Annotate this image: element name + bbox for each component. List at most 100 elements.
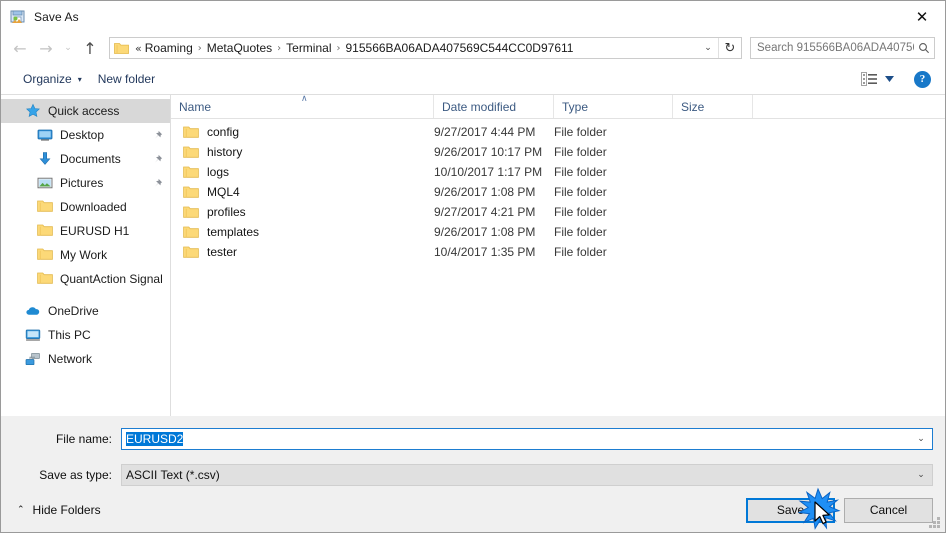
- breadcrumb-separator-icon[interactable]: ›: [272, 43, 286, 54]
- sidebar-item-label: My Work: [60, 248, 108, 262]
- folder-icon: [183, 165, 199, 179]
- breadcrumb-item-terminal-id[interactable]: 915566BA06ADA407569C544CC0D97611: [346, 41, 574, 55]
- file-name-input[interactable]: EURUSD2 ⌄: [121, 428, 933, 450]
- breadcrumb-overflow[interactable]: «: [132, 42, 145, 55]
- table-row[interactable]: templates 9/26/2017 1:08 PM File folder: [171, 222, 945, 242]
- cancel-button[interactable]: Cancel: [844, 497, 933, 523]
- resize-grip[interactable]: [929, 517, 941, 529]
- organize-button[interactable]: Organize ▾: [15, 69, 90, 89]
- sidebar-item-label: Downloaded: [60, 200, 127, 214]
- new-folder-button[interactable]: New folder: [90, 69, 163, 89]
- search-input[interactable]: Search 915566BA06ADA40756...: [750, 37, 935, 59]
- sidebar-item-pictures[interactable]: Pictures: [1, 171, 170, 195]
- sidebar-item-this-pc[interactable]: This PC: [1, 323, 170, 347]
- pin-icon[interactable]: [152, 154, 164, 165]
- action-row: ⌃ Hide Folders Save Cancel: [1, 488, 945, 532]
- column-header-type[interactable]: Type: [554, 95, 673, 118]
- breadcrumb-item-roaming[interactable]: Roaming: [145, 41, 193, 55]
- back-icon[interactable]: ←: [7, 35, 33, 61]
- star-icon: [25, 103, 41, 119]
- table-row[interactable]: tester 10/4/2017 1:35 PM File folder: [171, 242, 945, 262]
- file-date: 10/4/2017 1:35 PM: [434, 245, 536, 259]
- network-icon: [25, 351, 41, 367]
- file-date: 9/26/2017 1:08 PM: [434, 225, 536, 239]
- chevron-up-icon: ⌃: [17, 505, 25, 515]
- folder-icon: [183, 225, 199, 239]
- change-view-button[interactable]: [855, 69, 900, 89]
- file-type: File folder: [554, 185, 607, 199]
- sidebar-item-quick-access[interactable]: Quick access: [1, 99, 170, 123]
- hide-folders-button[interactable]: ⌃ Hide Folders: [11, 503, 101, 517]
- breadcrumb-item-metaquotes[interactable]: MetaQuotes: [207, 41, 272, 55]
- new-folder-label: New folder: [97, 72, 156, 86]
- table-row[interactable]: config 9/27/2017 4:44 PM File folder: [171, 122, 945, 142]
- file-name-value: EURUSD2: [126, 432, 184, 446]
- sidebar-item-label: This PC: [48, 328, 91, 342]
- sidebar-item-label: Quick access: [48, 104, 120, 118]
- sidebar-item-downloaded[interactable]: Downloaded: [1, 195, 170, 219]
- toolbar: Organize ▾ New folder ?: [1, 64, 945, 95]
- sidebar-item-label: Pictures: [60, 176, 104, 190]
- breadcrumb[interactable]: « Roaming › MetaQuotes › Terminal › 9155…: [109, 37, 742, 59]
- sidebar-item-desktop[interactable]: Desktop: [1, 123, 170, 147]
- breadcrumb-separator-icon[interactable]: ›: [332, 43, 346, 54]
- sidebar-item-label: Documents: [60, 152, 121, 166]
- column-label: Name: [179, 99, 212, 114]
- forward-icon[interactable]: →: [33, 35, 59, 61]
- up-icon[interactable]: ↑: [77, 35, 103, 61]
- file-name-value-wrap: EURUSD2: [122, 432, 910, 446]
- file-type: File folder: [554, 165, 607, 179]
- refresh-icon[interactable]: ↻: [719, 38, 741, 58]
- folder-icon: [37, 223, 53, 239]
- save-as-type-label: Save as type:: [39, 468, 112, 482]
- recent-locations-icon[interactable]: ⌄: [59, 35, 77, 61]
- sidebar-item-eurusd-h1[interactable]: EURUSD H1: [1, 219, 170, 243]
- save-as-type-select[interactable]: ASCII Text (*.csv) ⌄: [121, 464, 933, 486]
- file-name: history: [207, 145, 243, 159]
- chevron-down-icon: ▾: [77, 74, 82, 84]
- close-icon[interactable]: ✕: [899, 2, 945, 32]
- save-button[interactable]: Save: [746, 497, 835, 523]
- pin-icon[interactable]: [152, 178, 164, 189]
- file-name: templates: [207, 225, 260, 239]
- folder-icon: [183, 205, 199, 219]
- folder-icon: [37, 199, 53, 215]
- sidebar-item-onedrive[interactable]: OneDrive: [1, 299, 170, 323]
- table-row[interactable]: logs 10/10/2017 1:17 PM File folder: [171, 162, 945, 182]
- sidebar-item-quantaction-signal[interactable]: QuantAction Signal: [1, 267, 170, 291]
- table-row[interactable]: profiles 9/27/2017 4:21 PM File folder: [171, 202, 945, 222]
- file-name-row: File name: EURUSD2 ⌄: [1, 426, 945, 452]
- breadcrumb-item-terminal[interactable]: Terminal: [286, 41, 331, 55]
- column-header-size[interactable]: Size: [673, 95, 753, 118]
- file-date: 9/26/2017 1:08 PM: [434, 185, 536, 199]
- table-row[interactable]: MQL4 9/26/2017 1:08 PM File folder: [171, 182, 945, 202]
- column-header-name[interactable]: ∧ Name: [171, 94, 434, 118]
- sidebar-item-documents[interactable]: Documents: [1, 147, 170, 171]
- address-bar-row: ← → ⌄ ↑ « Roaming › MetaQuotes › Termina…: [1, 32, 945, 64]
- sidebar-item-label: OneDrive: [48, 304, 99, 318]
- sidebar-item-my-work[interactable]: My Work: [1, 243, 170, 267]
- chevron-down-icon[interactable]: ⌄: [910, 429, 932, 449]
- column-header-date-modified[interactable]: Date modified: [434, 95, 554, 118]
- help-button[interactable]: ?: [914, 70, 931, 88]
- window-title: Save As: [34, 9, 79, 24]
- search-icon[interactable]: [914, 42, 934, 54]
- sidebar-item-network[interactable]: Network: [1, 347, 170, 371]
- file-list-pane: ∧ Name Date modified Type Size config 9/…: [171, 94, 945, 416]
- pin-icon[interactable]: [152, 130, 164, 141]
- this-pc-icon: [25, 327, 41, 343]
- sidebar-item-label: Network: [48, 352, 93, 366]
- breadcrumb-separator-icon[interactable]: ›: [193, 43, 207, 54]
- chevron-down-icon[interactable]: ⌄: [910, 465, 932, 485]
- pictures-icon: [37, 175, 53, 191]
- sidebar-item-label: EURUSD H1: [60, 224, 130, 238]
- chevron-down-icon[interactable]: ⌄: [698, 38, 718, 58]
- view-list-icon: [861, 72, 878, 86]
- save-as-type-value: ASCII Text (*.csv): [126, 468, 220, 482]
- file-type: File folder: [554, 145, 607, 159]
- column-headers: ∧ Name Date modified Type Size: [171, 94, 945, 119]
- file-date: 9/27/2017 4:44 PM: [434, 125, 536, 139]
- folder-icon: [114, 42, 129, 55]
- table-row[interactable]: history 9/26/2017 10:17 PM File folder: [171, 142, 945, 162]
